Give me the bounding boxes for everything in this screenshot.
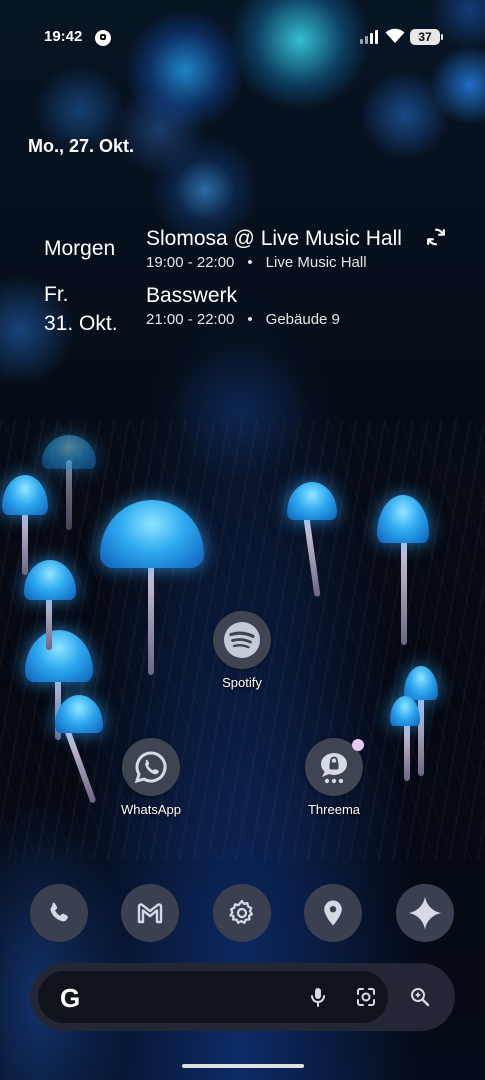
- sync-icon[interactable]: [425, 226, 447, 248]
- agenda-event-meta: 21:00 - 22:00 • Gebäude 9: [146, 311, 340, 328]
- agenda-day: Morgen: [44, 237, 116, 260]
- agenda-day: Fr. 31. Okt.: [44, 282, 118, 336]
- signal-icon: [360, 30, 378, 44]
- battery-icon: 37: [410, 29, 443, 45]
- dock-gmail[interactable]: [121, 884, 179, 942]
- search-field[interactable]: G: [38, 971, 388, 1023]
- app-threema[interactable]: Threema: [284, 738, 384, 817]
- phone-icon: [50, 902, 68, 922]
- home-indicator[interactable]: [182, 1064, 304, 1068]
- app-label: Threema: [307, 802, 361, 817]
- agenda-event-title[interactable]: Basswerk: [146, 284, 237, 308]
- agenda-day-weekday: Fr.: [44, 283, 69, 306]
- agenda-event-location: Gebäude 9: [265, 311, 340, 328]
- search-input[interactable]: [98, 985, 302, 1011]
- ai-search-icon[interactable]: [408, 985, 432, 1009]
- agenda-event-meta: 19:00 - 22:00 • Live Music Hall: [146, 254, 367, 271]
- mic-icon[interactable]: [306, 985, 330, 1009]
- status-time: 19:42: [44, 28, 83, 45]
- wifi-icon: [385, 28, 405, 43]
- whatsapp-icon: [122, 738, 180, 796]
- gmail-icon: [137, 903, 163, 924]
- app-label: WhatsApp: [121, 802, 181, 817]
- location-pin-icon: [324, 900, 342, 926]
- agenda-day-date: 31. Okt.: [44, 312, 118, 335]
- sparkle-icon: [408, 896, 442, 930]
- agenda-separator: •: [247, 254, 253, 271]
- agenda-separator: •: [247, 311, 253, 328]
- app-whatsapp[interactable]: WhatsApp: [101, 738, 201, 817]
- dock-maps[interactable]: [304, 884, 362, 942]
- agenda-event-title[interactable]: Slomosa @ Live Music Hall: [146, 227, 402, 251]
- app-label: Spotify: [222, 675, 262, 690]
- status-bar: 19:42 37: [0, 26, 485, 52]
- dock-phone[interactable]: [30, 884, 88, 942]
- notification-badge: [352, 739, 364, 751]
- agenda-event-time: 19:00 - 22:00: [146, 254, 235, 271]
- agenda-event-time: 21:00 - 22:00: [146, 311, 235, 328]
- app-spotify[interactable]: Spotify: [192, 611, 292, 690]
- date-widget[interactable]: Mo., 27. Okt.: [28, 136, 134, 157]
- dock-gemini[interactable]: [396, 884, 454, 942]
- google-search-bar[interactable]: G: [30, 963, 455, 1031]
- agenda-event-location: Live Music Hall: [265, 254, 367, 271]
- lens-icon[interactable]: [354, 985, 378, 1009]
- notification-icon: [95, 30, 111, 46]
- gear-icon: [229, 900, 253, 924]
- spotify-icon: [213, 611, 271, 669]
- dock-settings[interactable]: [213, 884, 271, 942]
- google-logo: G: [60, 983, 81, 1013]
